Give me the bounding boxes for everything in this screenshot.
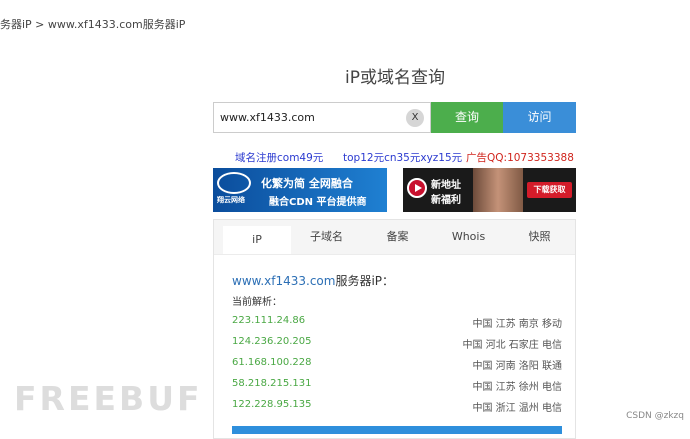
result-suffix: 服务器iP： xyxy=(335,274,395,288)
result-panel: iP 子域名 备案 Whois 快照 www.xf1433.com服务器iP： … xyxy=(213,219,576,439)
ip-row: 124.236.20.205 中国 河北 石家庄 电信 xyxy=(232,336,562,352)
page-title: iP或域名查询 xyxy=(345,68,445,88)
ad-link-pricing[interactable]: top12元cn35元xyz15元 xyxy=(343,150,462,165)
tab-snapshot[interactable]: 快照 xyxy=(504,220,575,254)
tab-icp[interactable]: 备案 xyxy=(362,220,433,254)
tab-subdomain[interactable]: 子域名 xyxy=(291,220,362,254)
search-input-wrapper: X xyxy=(213,102,431,133)
ip-row: 122.228.95.135 中国 浙江 温州 电信 xyxy=(232,399,562,415)
csdn-credit: CSDN @zkzq xyxy=(626,411,684,421)
ip-location: 中国 浙江 温州 电信 xyxy=(472,403,562,414)
parse-label: 当前解析： xyxy=(232,297,282,308)
search-input[interactable] xyxy=(214,103,406,131)
banner-headline: 化繁为简 全网融合 xyxy=(261,177,353,190)
download-button[interactable]: 下载获取 xyxy=(527,182,572,198)
tab-ip[interactable]: iP xyxy=(223,226,291,254)
watermark: FREEBUF xyxy=(14,379,203,418)
promo-image xyxy=(473,168,523,212)
result-domain[interactable]: www.xf1433.com xyxy=(232,274,335,288)
ip-address[interactable]: 223.111.24.86 xyxy=(232,315,305,326)
ip-address[interactable]: 122.228.95.135 xyxy=(232,399,312,410)
ip-location: 中国 河南 洛阳 联通 xyxy=(472,361,562,372)
play-icon xyxy=(407,178,427,198)
ip-row: 61.168.100.228 中国 河南 洛阳 联通 xyxy=(232,357,562,373)
cloud-logo-icon xyxy=(217,172,251,194)
tab-whois[interactable]: Whois xyxy=(433,220,504,254)
clear-icon[interactable]: X xyxy=(406,109,424,127)
tab-bar: iP 子域名 备案 Whois 快照 xyxy=(214,220,575,255)
banner-logo-text: 翔云网络 xyxy=(217,196,245,204)
ad-link-contact[interactable]: 广告QQ:1073353388 xyxy=(466,150,574,165)
ip-location: 中国 江苏 徐州 电信 xyxy=(472,382,562,393)
ip-address[interactable]: 124.236.20.205 xyxy=(232,336,312,347)
ad-link-domain[interactable]: 域名注册com49元 xyxy=(235,150,323,165)
query-button[interactable]: 查询 xyxy=(431,102,503,133)
promo-line1: 新地址 xyxy=(431,180,461,191)
breadcrumb[interactable]: 务器iP > www.xf1433.com服务器iP xyxy=(0,16,185,32)
ip-address[interactable]: 61.168.100.228 xyxy=(232,357,312,368)
visit-button[interactable]: 访问 xyxy=(503,102,576,133)
promo-line2: 新福利 xyxy=(431,195,461,206)
banner-subline: 融合CDN 平台提供商 xyxy=(269,197,367,208)
ip-address[interactable]: 58.218.215.131 xyxy=(232,378,312,389)
promo-banner[interactable]: 新地址 新福利 下载获取 xyxy=(403,168,576,212)
ip-row: 223.111.24.86 中国 江苏 南京 移动 xyxy=(232,315,562,331)
cdn-banner[interactable]: 翔云网络 化繁为简 全网融合 融合CDN 平台提供商 xyxy=(213,168,387,212)
ip-location: 中国 江苏 南京 移动 xyxy=(472,319,562,330)
search-bar: X 查询 访问 xyxy=(213,102,576,133)
action-bar[interactable] xyxy=(232,426,562,434)
ip-location: 中国 河北 石家庄 电信 xyxy=(462,340,562,351)
ip-row: 58.218.215.131 中国 江苏 徐州 电信 xyxy=(232,378,562,394)
result-title: www.xf1433.com服务器iP： xyxy=(232,272,394,289)
